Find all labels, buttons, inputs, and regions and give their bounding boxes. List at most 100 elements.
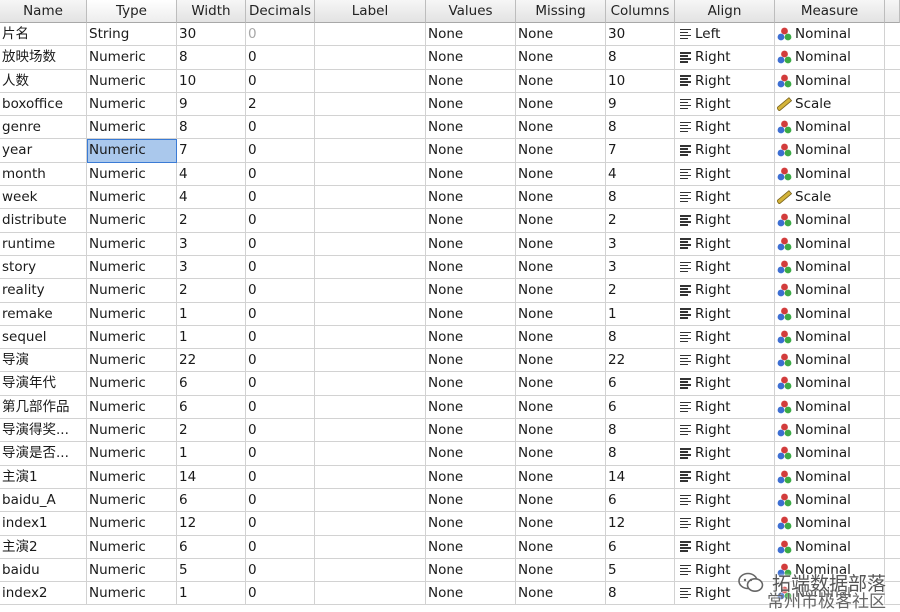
cell-decimals[interactable]: 0 bbox=[246, 442, 315, 466]
cell-values[interactable]: None bbox=[426, 582, 516, 606]
cell-values[interactable]: None bbox=[426, 46, 516, 70]
cell-missing[interactable]: None bbox=[516, 23, 606, 47]
cell-missing[interactable]: None bbox=[516, 232, 606, 256]
cell-columns[interactable]: 2 bbox=[606, 209, 675, 233]
cell-type[interactable]: Numeric bbox=[87, 69, 177, 93]
cell-name[interactable]: index2 bbox=[0, 582, 87, 606]
cell-missing[interactable]: None bbox=[516, 558, 606, 583]
cell-width[interactable]: 3 bbox=[177, 255, 246, 280]
cell-values[interactable]: None bbox=[426, 139, 516, 163]
cell-align[interactable]: Right bbox=[675, 139, 775, 163]
cell-decimals[interactable]: 0 bbox=[246, 395, 315, 420]
cell-label[interactable] bbox=[315, 92, 426, 117]
cell-type[interactable]: Numeric bbox=[87, 419, 177, 443]
cell-decimals[interactable]: 0 bbox=[246, 582, 315, 606]
cell-values[interactable]: None bbox=[426, 209, 516, 233]
variable-row[interactable]: 导演得奖... Numeric 2 0 None None 8 Right Nominal bbox=[0, 419, 900, 443]
cell-missing[interactable]: None bbox=[516, 512, 606, 536]
cell-label[interactable] bbox=[315, 209, 426, 233]
cell-name[interactable]: month bbox=[0, 162, 87, 187]
cell-type[interactable]: Numeric bbox=[87, 209, 177, 233]
cell-label[interactable] bbox=[315, 349, 426, 373]
cell-align[interactable]: Right bbox=[675, 69, 775, 93]
cell-width[interactable]: 14 bbox=[177, 465, 246, 489]
cell-decimals[interactable]: 0 bbox=[246, 325, 315, 350]
cell-width[interactable]: 6 bbox=[177, 395, 246, 420]
cell-type[interactable]: Numeric bbox=[87, 582, 177, 606]
cell-width[interactable]: 1 bbox=[177, 325, 246, 350]
cell-align[interactable]: Right bbox=[675, 512, 775, 536]
cell-type[interactable]: Numeric bbox=[87, 186, 177, 210]
cell-measure[interactable]: Nominal bbox=[775, 69, 885, 93]
cell-values[interactable]: None bbox=[426, 372, 516, 396]
cell-type[interactable]: Numeric bbox=[87, 255, 177, 280]
cell-label[interactable] bbox=[315, 255, 426, 280]
cell-width[interactable]: 1 bbox=[177, 582, 246, 606]
variable-row[interactable]: boxoffice Numeric 9 2 None None 9 Right Scale bbox=[0, 92, 900, 117]
header-width[interactable]: Width bbox=[177, 0, 246, 23]
cell-measure[interactable]: Nominal bbox=[775, 279, 885, 303]
cell-align[interactable]: Right bbox=[675, 372, 775, 396]
cell-columns[interactable]: 10 bbox=[606, 69, 675, 93]
cell-columns[interactable]: 2 bbox=[606, 279, 675, 303]
header-decimals[interactable]: Decimals bbox=[246, 0, 315, 23]
cell-missing[interactable]: None bbox=[516, 488, 606, 513]
cell-name[interactable]: 放映场数 bbox=[0, 46, 87, 70]
cell-label[interactable] bbox=[315, 512, 426, 536]
variable-row[interactable]: story Numeric 3 0 None None 3 Right Nominal bbox=[0, 255, 900, 280]
cell-name[interactable]: index1 bbox=[0, 512, 87, 536]
variable-row[interactable]: genre Numeric 8 0 None None 8 Right Nominal bbox=[0, 116, 900, 140]
cell-align[interactable]: Right bbox=[675, 325, 775, 350]
cell-type[interactable]: Numeric bbox=[87, 92, 177, 117]
variable-row[interactable]: runtime Numeric 3 0 None None 3 Right Nominal bbox=[0, 232, 900, 256]
cell-type[interactable]: Numeric bbox=[87, 232, 177, 256]
cell-width[interactable]: 6 bbox=[177, 372, 246, 396]
cell-name[interactable]: year bbox=[0, 139, 87, 163]
cell-decimals[interactable]: 0 bbox=[246, 372, 315, 396]
cell-label[interactable] bbox=[315, 116, 426, 140]
cell-decimals[interactable]: 0 bbox=[246, 512, 315, 536]
cell-width[interactable]: 22 bbox=[177, 349, 246, 373]
cell-columns[interactable]: 9 bbox=[606, 92, 675, 117]
cell-type[interactable]: Numeric bbox=[87, 442, 177, 466]
cell-values[interactable]: None bbox=[426, 279, 516, 303]
cell-columns[interactable]: 3 bbox=[606, 255, 675, 280]
cell-align[interactable]: Right bbox=[675, 419, 775, 443]
cell-label[interactable] bbox=[315, 162, 426, 187]
header-align[interactable]: Align bbox=[675, 0, 775, 23]
header-missing[interactable]: Missing bbox=[516, 0, 606, 23]
cell-width[interactable]: 4 bbox=[177, 186, 246, 210]
variable-row[interactable]: 放映场数 Numeric 8 0 None None 8 Right Nominal bbox=[0, 46, 900, 70]
cell-name[interactable]: 主演1 bbox=[0, 465, 87, 489]
cell-measure[interactable]: Nominal bbox=[775, 535, 885, 559]
cell-type[interactable]: Numeric bbox=[87, 325, 177, 350]
cell-label[interactable] bbox=[315, 232, 426, 256]
cell-width[interactable]: 7 bbox=[177, 139, 246, 163]
cell-width[interactable]: 2 bbox=[177, 209, 246, 233]
cell-label[interactable] bbox=[315, 325, 426, 350]
cell-type[interactable]: Numeric bbox=[87, 488, 177, 513]
cell-measure[interactable]: Nominal bbox=[775, 465, 885, 489]
cell-values[interactable]: None bbox=[426, 69, 516, 93]
cell-align[interactable]: Right bbox=[675, 488, 775, 513]
cell-decimals[interactable]: 0 bbox=[246, 535, 315, 559]
cell-align[interactable]: Right bbox=[675, 116, 775, 140]
cell-name[interactable]: genre bbox=[0, 116, 87, 140]
cell-columns[interactable]: 8 bbox=[606, 46, 675, 70]
cell-type[interactable]: Numeric bbox=[87, 372, 177, 396]
cell-decimals[interactable]: 0 bbox=[246, 419, 315, 443]
cell-columns[interactable]: 8 bbox=[606, 442, 675, 466]
cell-decimals[interactable]: 0 bbox=[246, 558, 315, 583]
cell-width[interactable]: 1 bbox=[177, 302, 246, 326]
cell-name[interactable]: boxoffice bbox=[0, 92, 87, 117]
variable-row[interactable]: week Numeric 4 0 None None 8 Right Scale bbox=[0, 186, 900, 210]
cell-columns[interactable]: 4 bbox=[606, 162, 675, 187]
cell-measure[interactable]: Nominal bbox=[775, 395, 885, 420]
cell-measure[interactable]: Nominal bbox=[775, 302, 885, 326]
cell-align[interactable]: Right bbox=[675, 209, 775, 233]
cell-name[interactable]: 导演得奖... bbox=[0, 419, 87, 443]
cell-columns[interactable]: 30 bbox=[606, 23, 675, 47]
cell-label[interactable] bbox=[315, 139, 426, 163]
variable-row[interactable]: reality Numeric 2 0 None None 2 Right Nominal bbox=[0, 279, 900, 303]
cell-label[interactable] bbox=[315, 23, 426, 47]
